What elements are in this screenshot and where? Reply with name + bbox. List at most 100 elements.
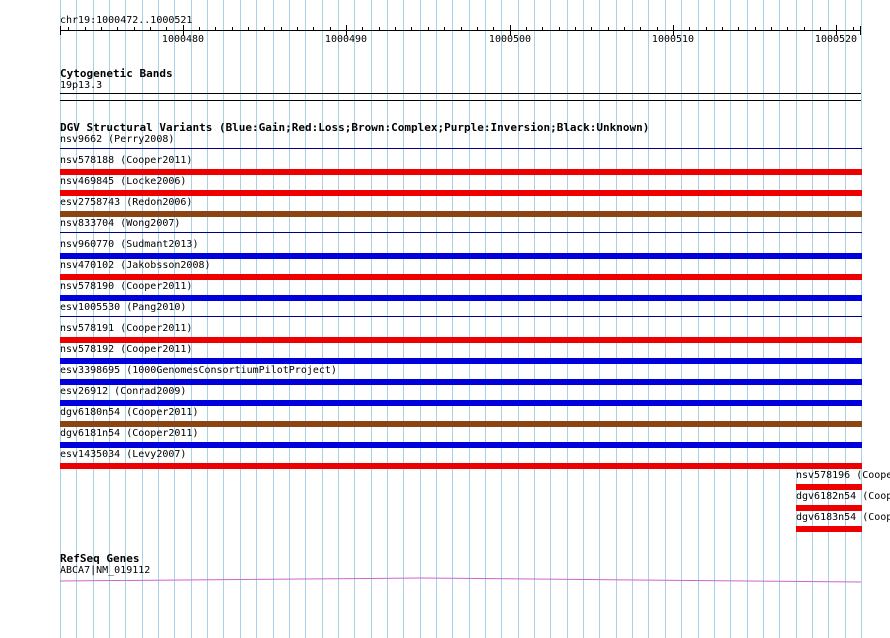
dgv-variant-feature[interactable] (60, 274, 862, 280)
cytoband-bottom-line (60, 100, 861, 101)
dgv-edge-variant-feature[interactable] (796, 505, 862, 511)
ruler-minor-tick (444, 27, 445, 31)
dgv-variant-label[interactable]: nsv578188 (Cooper2011) (60, 155, 192, 167)
dgv-variant-label[interactable]: esv1005530 (Pang2010) (60, 302, 186, 314)
ruler-left-end (60, 26, 61, 35)
ruler-minor-tick (117, 27, 118, 31)
dgv-edge-variant-feature[interactable] (796, 526, 862, 532)
cytoband-top-line (60, 93, 861, 94)
ruler-minor-tick (215, 27, 216, 31)
ruler-minor-tick (689, 27, 690, 31)
ruler-minor-tick (379, 27, 380, 31)
dgv-variant-label[interactable]: esv26912 (Conrad2009) (60, 386, 186, 398)
ruler-tick-label: 1000510 (651, 34, 695, 45)
dgv-variant-feature[interactable] (60, 421, 862, 427)
ruler-minor-tick (493, 27, 494, 31)
ruler-tick-label: 1000500 (488, 34, 532, 45)
dgv-variant-feature[interactable] (60, 337, 862, 343)
dgv-edge-variant-label[interactable]: nsv578196 (Coope (796, 470, 890, 482)
ruler-minor-tick (608, 27, 609, 31)
dgv-variant-feature[interactable] (60, 211, 862, 217)
ruler-minor-tick (264, 27, 265, 31)
dgv-variant-label[interactable]: esv1435034 (Levy2007) (60, 449, 186, 461)
ruler-minor-tick (362, 27, 363, 31)
dgv-edge-variant-label[interactable]: dgv6182n54 (Coop (796, 491, 890, 503)
dgv-variant-feature[interactable] (60, 379, 862, 385)
ruler-minor-tick (755, 27, 756, 31)
ruler-minor-tick (395, 27, 396, 31)
ruler-minor-tick (542, 27, 543, 31)
refseq-gene-feature[interactable] (0, 570, 890, 590)
cytoband-track-title[interactable]: Cytogenetic Bands (60, 67, 173, 80)
dgv-variant-feature[interactable] (60, 463, 862, 469)
ruler-minor-tick (281, 27, 282, 31)
ruler-minor-tick (820, 27, 821, 31)
ruler-minor-tick (559, 27, 560, 31)
ruler-minor-tick (232, 27, 233, 31)
ruler-minor-tick (722, 27, 723, 31)
ruler-minor-tick (199, 27, 200, 31)
dgv-variant-label[interactable]: nsv578191 (Cooper2011) (60, 323, 192, 335)
ruler-minor-tick (853, 27, 854, 31)
ruler-minor-tick (248, 27, 249, 31)
ruler-right-end (860, 26, 861, 35)
ruler-minor-tick (134, 27, 135, 31)
dgv-variant-label[interactable]: esv2758743 (Redon2006) (60, 197, 192, 209)
ruler-minor-tick (706, 27, 707, 31)
ruler-minor-tick (411, 27, 412, 31)
dgv-variant-feature[interactable] (60, 442, 862, 448)
ruler-minor-tick (787, 27, 788, 31)
dgv-variant-feature[interactable] (60, 295, 862, 301)
dgv-variant-label[interactable]: nsv9662 (Perry2008) (60, 134, 174, 146)
ruler-minor-tick (804, 27, 805, 31)
refseq-gene-line[interactable] (59, 577, 862, 583)
ruler-minor-tick (526, 27, 527, 31)
ruler-minor-tick (461, 27, 462, 31)
ruler-minor-tick (657, 27, 658, 31)
cytoband-label: 19p13.3 (60, 80, 103, 91)
ruler-minor-tick (428, 27, 429, 31)
ruler-minor-tick (297, 27, 298, 31)
dgv-edge-variant-feature[interactable] (796, 484, 862, 490)
dgv-variant-feature[interactable] (60, 253, 862, 259)
dgv-variant-label[interactable]: nsv578190 (Cooper2011) (60, 281, 192, 293)
ruler-minor-tick (575, 27, 576, 31)
dgv-variant-label[interactable]: nsv960770 (Sudmant2013) (60, 239, 198, 251)
dgv-variant-label[interactable]: dgv6181n54 (Cooper2011) (60, 428, 198, 440)
ruler-minor-tick (624, 27, 625, 31)
dgv-variant-feature[interactable] (60, 358, 862, 364)
dgv-variant-feature[interactable] (60, 232, 862, 233)
dgv-variant-feature[interactable] (60, 169, 862, 175)
ruler-minor-tick (771, 27, 772, 31)
dgv-variant-feature[interactable] (60, 316, 862, 317)
dgv-variant-feature[interactable] (60, 148, 862, 149)
ruler-minor-tick (313, 27, 314, 31)
dgv-edge-variant-label[interactable]: dgv6183n54 (Coop (796, 512, 890, 524)
ruler-minor-tick (166, 27, 167, 31)
ruler-tick-label: 1000520 (814, 34, 858, 45)
dgv-variant-label[interactable]: dgv6180n54 (Cooper2011) (60, 407, 198, 419)
ruler-minor-tick (738, 27, 739, 31)
dgv-track-title[interactable]: DGV Structural Variants (Blue:Gain;Red:L… (60, 121, 649, 134)
ruler-position-label: chr19:1000472..1000521 (60, 15, 193, 26)
dgv-variant-feature[interactable] (60, 400, 862, 406)
ruler-minor-tick (591, 27, 592, 31)
dgv-variant-label[interactable]: nsv578192 (Cooper2011) (60, 344, 192, 356)
ruler-minor-tick (640, 27, 641, 31)
ruler-minor-tick (330, 27, 331, 31)
refseq-track-title[interactable]: RefSeq Genes (60, 552, 139, 565)
dgv-variant-label[interactable]: esv3398695 (1000GenomesConsortiumPilotPr… (60, 365, 337, 377)
genome-browser-view: chr19:1000472..1000521 1000480 1000490 100… (0, 0, 890, 638)
dgv-variant-label[interactable]: nsv833704 (Wong2007) (60, 218, 180, 230)
ruler-tick-label: 1000480 (161, 34, 205, 45)
dgv-variant-feature[interactable] (60, 190, 862, 196)
gridlines (60, 0, 862, 638)
ruler-tick-label: 1000490 (324, 34, 368, 45)
ruler-minor-tick (477, 27, 478, 31)
ruler-minor-tick (68, 27, 69, 31)
dgv-variant-label[interactable]: nsv470102 (Jakobsson2008) (60, 260, 211, 272)
ruler-minor-tick (85, 27, 86, 31)
ruler-minor-tick (101, 27, 102, 31)
dgv-variant-label[interactable]: nsv469845 (Locke2006) (60, 176, 186, 188)
ruler-minor-tick (150, 27, 151, 31)
